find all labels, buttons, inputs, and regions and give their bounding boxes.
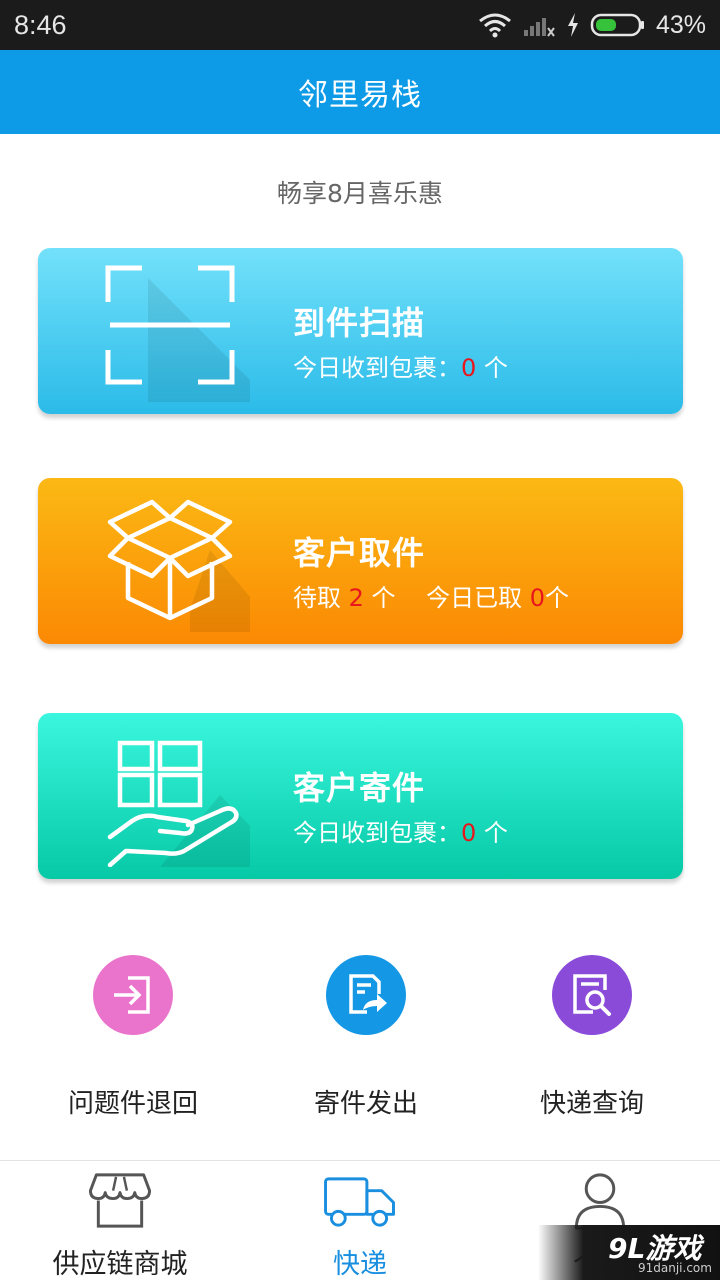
- status-time: 8:46: [14, 9, 67, 40]
- picked-today-count: 0: [529, 584, 545, 612]
- card-subtitle: 今日收到包裹：0 个: [293, 354, 508, 382]
- search-doc-icon: [552, 955, 632, 1035]
- charging-icon: [567, 13, 578, 37]
- received-count: 0: [461, 819, 477, 847]
- wifi-icon: [479, 13, 511, 38]
- scan-frame-icon: [105, 265, 250, 402]
- customer-send-card[interactable]: 客户寄件 今日收到包裹：0 个: [38, 713, 683, 879]
- quick-action-return[interactable]: 问题件退回: [13, 955, 253, 1125]
- nav-label: 快递: [333, 1249, 387, 1280]
- card-title: 客户取件: [293, 534, 426, 572]
- arrival-scan-card[interactable]: 到件扫描 今日收到包裹：0 个: [38, 248, 683, 414]
- quick-action-label: 寄件发出: [313, 1089, 418, 1119]
- status-bar: 8:46 43%: [0, 0, 720, 50]
- customer-pickup-card[interactable]: 客户取件 待取 2 个 今日已取 0个: [38, 478, 683, 644]
- truck-icon: [324, 1177, 395, 1227]
- card-title: 到件扫描: [293, 304, 426, 342]
- nav-label: 供应链商城: [52, 1249, 188, 1280]
- parcel-hand-icon: [107, 740, 250, 867]
- page-title: 邻里易栈: [298, 78, 422, 113]
- watermark-site: 91danji.com: [638, 1261, 712, 1275]
- promo-text: 畅享8月喜乐惠: [277, 179, 443, 208]
- quick-action-label: 快递查询: [539, 1089, 644, 1119]
- battery-percent: 43%: [655, 10, 706, 39]
- card-subtitle: 今日收到包裹：0 个: [293, 819, 508, 847]
- watermark: 9L游戏 91danji.com: [538, 1225, 720, 1280]
- cellular-signal-icon: [523, 18, 555, 37]
- quick-action-express-query[interactable]: 快递查询: [472, 955, 712, 1125]
- send-out-icon: [326, 955, 406, 1035]
- open-box-icon: [107, 499, 250, 632]
- store-icon: [88, 1173, 152, 1228]
- quick-action-send-out[interactable]: 寄件发出: [246, 955, 486, 1125]
- status-icons: 43%: [478, 11, 706, 40]
- pending-count: 2: [348, 584, 364, 612]
- nav-item-supply-mall[interactable]: 供应链商城: [0, 1161, 240, 1280]
- app-title-bar: 邻里易栈: [0, 50, 720, 134]
- card-title: 客户寄件: [293, 769, 426, 807]
- nav-item-express[interactable]: 快递: [240, 1161, 480, 1280]
- battery-icon: [590, 13, 644, 37]
- card-subtitle: 待取 2 个 今日已取 0个: [293, 584, 569, 612]
- quick-action-label: 问题件退回: [67, 1089, 198, 1119]
- received-count: 0: [461, 354, 477, 382]
- return-icon: [93, 955, 173, 1035]
